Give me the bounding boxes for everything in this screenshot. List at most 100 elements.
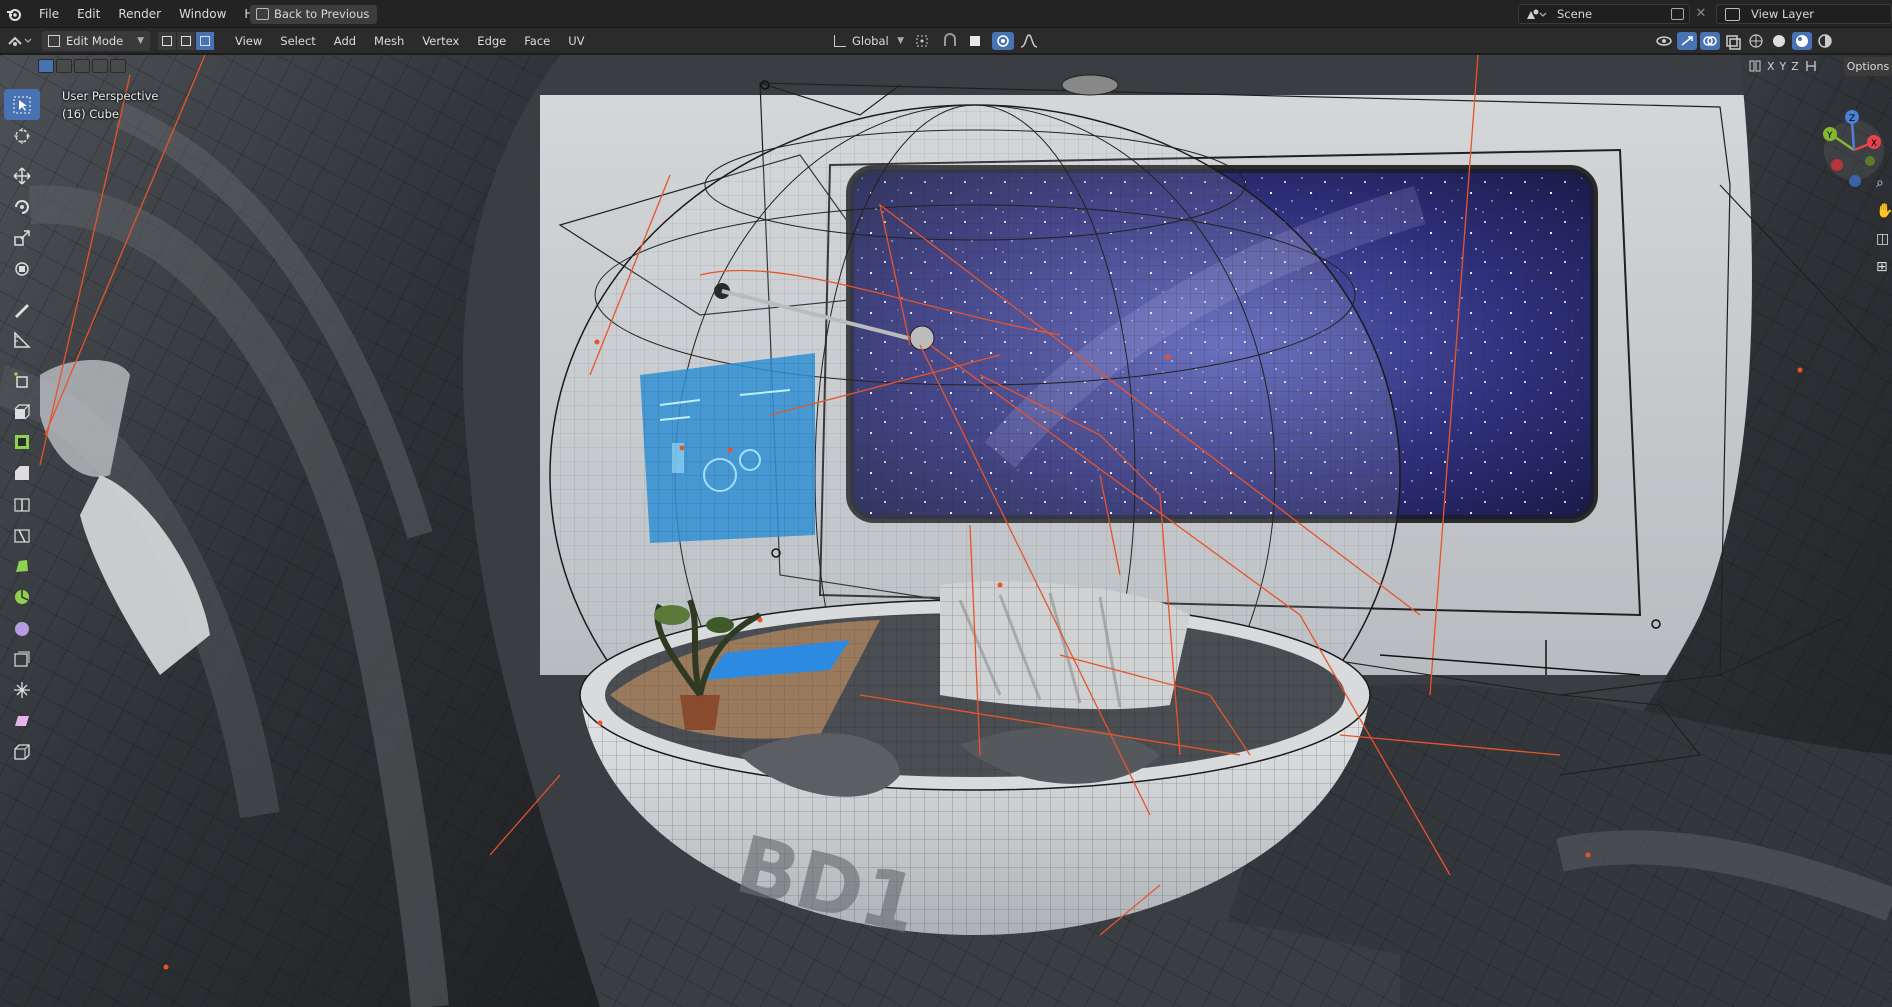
tool-shrink-fatten[interactable]	[4, 674, 40, 705]
transform-icon	[15, 261, 29, 276]
3d-viewport[interactable]: BD1 User Perspective (16) Cube X Y Z Opt…	[0, 55, 1892, 1007]
zoom-icon[interactable]: ⌕	[1876, 175, 1892, 203]
tool-rotate[interactable]	[4, 191, 40, 222]
tool-knife[interactable]	[4, 519, 40, 550]
edit-mode-icon	[48, 35, 60, 47]
perspective-toggle-icon[interactable]: ⊞	[1876, 259, 1892, 287]
mode-dropdown[interactable]: Edit Mode ▼	[42, 31, 150, 51]
unlink-scene-icon[interactable]: ✕	[1692, 4, 1710, 24]
tool-bevel[interactable]	[4, 457, 40, 488]
face-select-button[interactable]	[196, 32, 214, 50]
falloff-curve-icon[interactable]	[1018, 32, 1040, 50]
gizmo-x-label: X	[1871, 139, 1877, 149]
auto-merge-icon[interactable]	[1804, 59, 1818, 73]
knife-icon	[14, 528, 30, 543]
header-menu-edge[interactable]: Edge	[468, 34, 515, 48]
tool-loop-cut[interactable]	[4, 488, 40, 519]
select-box-icon	[13, 96, 31, 113]
view-name: User Perspective	[62, 89, 159, 103]
solid-shading-icon[interactable]	[1769, 32, 1789, 50]
gizmo-neg-z-axis[interactable]	[1849, 175, 1861, 187]
add-cube-icon	[14, 371, 28, 388]
header-menu-mesh[interactable]: Mesh	[365, 34, 413, 48]
inset-icon	[15, 434, 29, 449]
header-menu-vertex[interactable]: Vertex	[413, 34, 468, 48]
blender-logo-icon[interactable]	[6, 6, 22, 22]
select-intersect-button[interactable]	[110, 59, 126, 73]
edge-select-icon	[181, 36, 191, 46]
menu-file[interactable]: File	[30, 0, 68, 28]
new-scene-icon[interactable]	[1671, 8, 1684, 20]
object-name: (16) Cube	[62, 107, 119, 121]
select-box-mode-group	[38, 59, 126, 73]
scene-selector[interactable]: Scene	[1518, 4, 1690, 24]
tool-inset[interactable]	[4, 426, 40, 457]
face-select-icon	[200, 36, 210, 46]
bevel-icon	[15, 465, 29, 480]
edge-select-button[interactable]	[177, 32, 195, 50]
scene-render[interactable]: BD1	[0, 55, 1892, 1007]
tool-transform[interactable]	[4, 253, 40, 284]
tool-shear[interactable]	[4, 705, 40, 736]
back-to-previous-button[interactable]: Back to Previous	[250, 5, 378, 24]
view-layer-selector[interactable]: View Layer	[1716, 4, 1892, 24]
gizmo-neg-x-axis[interactable]	[1831, 159, 1843, 171]
tool-poly-build[interactable]	[4, 550, 40, 581]
header-menu-select[interactable]: Select	[271, 34, 324, 48]
select-subtract-button[interactable]	[74, 59, 90, 73]
proportional-editing-icon[interactable]	[992, 32, 1014, 50]
camera-view-icon[interactable]: ◫	[1876, 231, 1892, 259]
tool-select-box[interactable]	[4, 89, 40, 120]
header-menu-face[interactable]: Face	[515, 34, 559, 48]
transform-orientation-dropdown[interactable]: Global ▼	[832, 31, 906, 51]
tool-smooth[interactable]	[4, 612, 40, 643]
tool-scale[interactable]	[4, 222, 40, 253]
material-preview-icon[interactable]	[1792, 32, 1812, 50]
wireframe-shading-icon[interactable]	[1746, 32, 1766, 50]
pan-hand-icon[interactable]: ✋	[1876, 203, 1892, 231]
header-menu-view[interactable]: View	[226, 34, 271, 48]
menu-window[interactable]: Window	[170, 0, 235, 28]
tool-cursor[interactable]	[4, 120, 40, 151]
header-menu-uv[interactable]: UV	[559, 34, 593, 48]
select-new-button[interactable]	[38, 59, 54, 73]
overlays-toggle-icon[interactable]	[1700, 32, 1720, 50]
mirror-z-toggle[interactable]: Z	[1791, 60, 1799, 73]
select-invert-button[interactable]	[92, 59, 108, 73]
back-to-previous-label: Back to Previous	[274, 7, 370, 21]
menu-render[interactable]: Render	[109, 0, 170, 28]
select-extend-button[interactable]	[56, 59, 72, 73]
tool-spin[interactable]	[4, 581, 40, 612]
tool-extrude[interactable]	[4, 395, 40, 426]
tool-measure[interactable]	[4, 324, 40, 355]
editor-type-icon[interactable]	[6, 32, 36, 50]
screen-back-icon	[256, 8, 269, 20]
header-menu: View Select Add Mesh Vertex Edge Face UV	[226, 28, 594, 54]
rip-region-icon	[14, 743, 30, 760]
mirror-icon[interactable]	[1748, 59, 1762, 73]
mirror-x-toggle[interactable]: X	[1767, 60, 1775, 73]
vertex-select-button[interactable]	[158, 32, 176, 50]
pivot-point-icon[interactable]	[914, 32, 936, 50]
tool-edge-slide[interactable]	[4, 643, 40, 674]
snap-toggle-icon[interactable]	[940, 32, 962, 50]
poly-build-icon	[16, 559, 28, 572]
snap-target-icon[interactable]	[966, 32, 988, 50]
tool-annotate[interactable]	[4, 293, 40, 324]
gizmo-toggle-icon[interactable]	[1677, 32, 1697, 50]
options-button[interactable]: Options	[1844, 57, 1892, 76]
xray-toggle-icon[interactable]	[1723, 32, 1743, 50]
tool-move[interactable]	[4, 160, 40, 191]
shear-icon	[15, 715, 29, 726]
mirror-y-toggle[interactable]: Y	[1780, 60, 1787, 73]
header-menu-add[interactable]: Add	[325, 34, 365, 48]
gizmo-neg-y-axis[interactable]	[1865, 156, 1875, 166]
menu-edit[interactable]: Edit	[68, 0, 109, 28]
chevron-down-icon: ▼	[137, 36, 144, 46]
tool-rip-region[interactable]	[4, 736, 40, 767]
tool-add-cube[interactable]	[4, 364, 40, 395]
rendered-shading-icon[interactable]	[1815, 32, 1835, 50]
visibility-icon[interactable]	[1654, 32, 1674, 50]
holo-screen	[640, 353, 815, 543]
mode-label: Edit Mode	[66, 34, 124, 48]
